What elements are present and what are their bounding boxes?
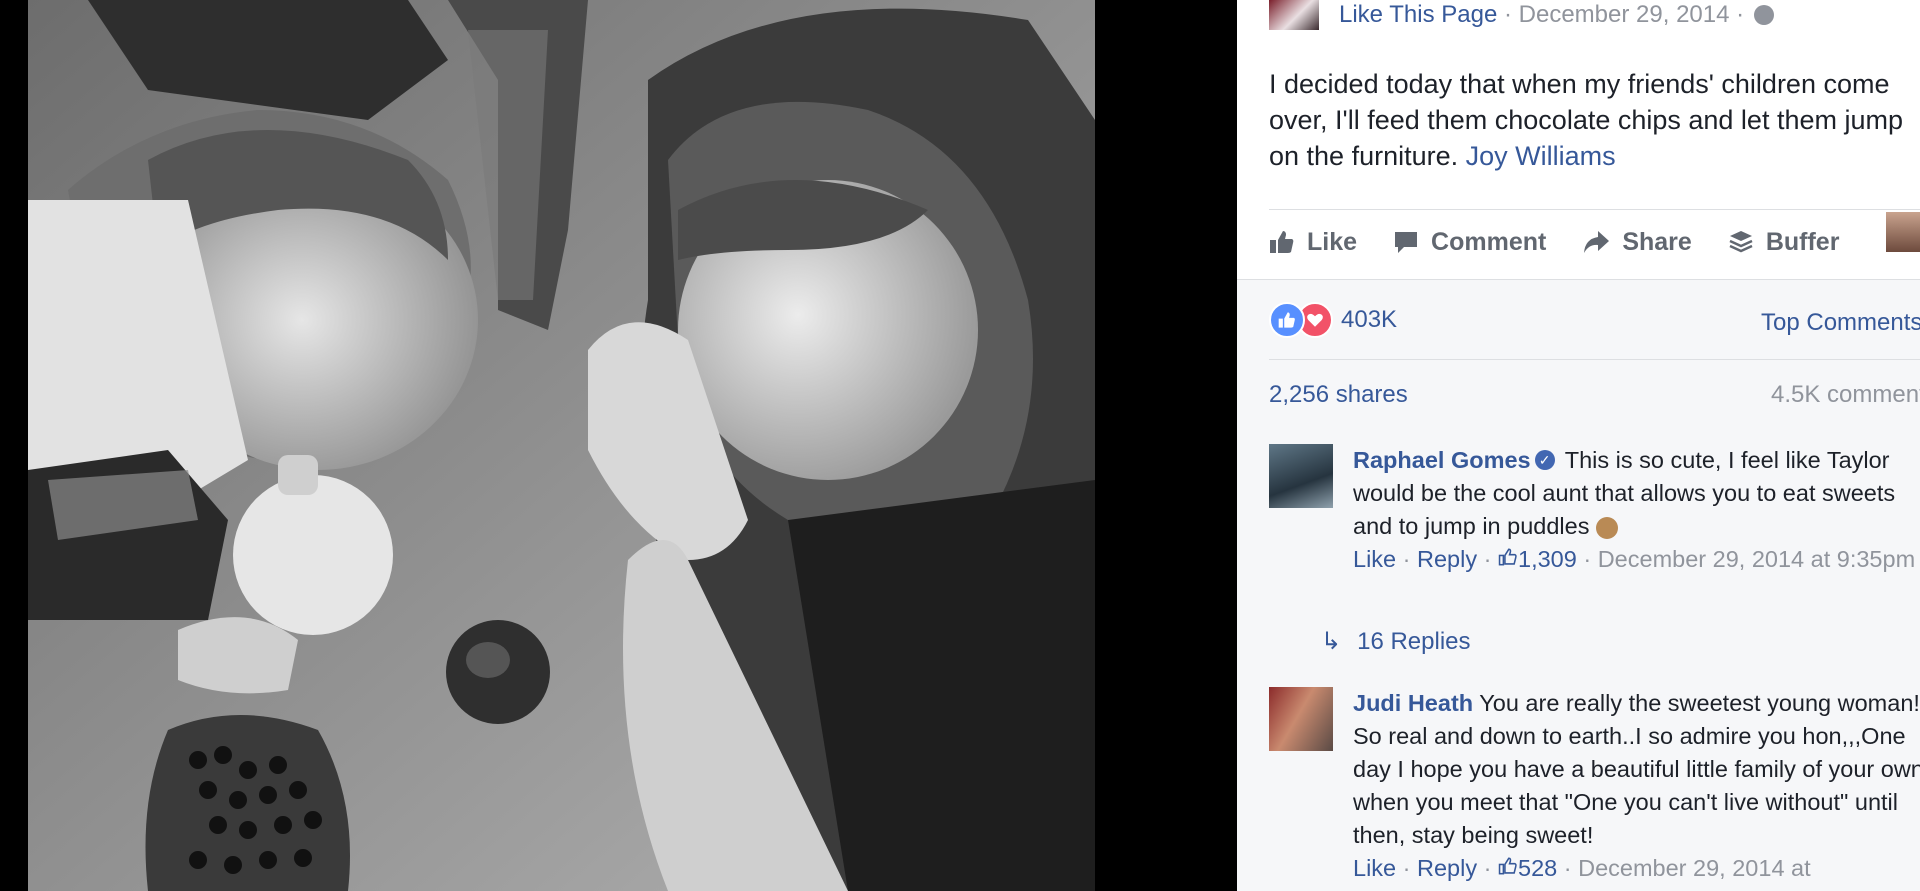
- comment-like-count[interactable]: 528: [1498, 855, 1557, 881]
- separator: ·: [1729, 1, 1745, 28]
- view-replies-link[interactable]: ↳ 16 Replies: [1321, 627, 1471, 656]
- comment-date[interactable]: December 29, 2014 at: [1578, 855, 1811, 881]
- like-page-link[interactable]: Like This Page: [1339, 1, 1497, 29]
- top-comments-dropdown[interactable]: Top Comments: [1761, 309, 1920, 337]
- comment-meta: Like · Reply · 1,309 · December 29, 2014…: [1353, 546, 1916, 572]
- comment-like-link[interactable]: Like: [1353, 546, 1396, 572]
- reaction-count: 403K: [1341, 306, 1398, 333]
- viewer-avatar[interactable]: [1886, 212, 1920, 252]
- globe-icon: [1754, 5, 1775, 25]
- divider: [1269, 209, 1920, 210]
- post-actions: Like Comment Share Buffer: [1269, 222, 1875, 262]
- comment-body: Raphael Gomes ✓ This is so cute, I feel l…: [1353, 444, 1920, 576]
- thumbs-up-outline-icon: [1498, 857, 1517, 875]
- comment-like-count[interactable]: 1,309: [1498, 546, 1577, 572]
- post-panel: Like This Page · December 29, 2014 · I d…: [1237, 0, 1920, 891]
- comments-count[interactable]: 4.5K comments: [1771, 381, 1920, 409]
- commenter-name[interactable]: Raphael Gomes: [1353, 447, 1531, 473]
- replies-label: 16 Replies: [1357, 627, 1471, 655]
- comment-like-link[interactable]: Like: [1353, 855, 1396, 881]
- post-photo[interactable]: [28, 0, 1095, 891]
- post-text: I decided today that when my friends' ch…: [1269, 66, 1909, 174]
- share-label: Share: [1622, 227, 1692, 256]
- comment-icon: [1395, 232, 1418, 253]
- thumbs-up-outline-icon: [1498, 548, 1517, 566]
- buffer-button[interactable]: Buffer: [1728, 227, 1840, 257]
- comment-reply-link[interactable]: Reply: [1417, 855, 1477, 881]
- share-icon: [1584, 231, 1610, 253]
- post-header: Like This Page · December 29, 2014 ·: [1269, 0, 1775, 30]
- page-avatar[interactable]: [1269, 0, 1319, 30]
- separator: ·: [1497, 1, 1519, 28]
- comment-reply-link[interactable]: Reply: [1417, 546, 1477, 572]
- verified-badge-icon: ✓: [1534, 449, 1555, 470]
- comment-button[interactable]: Comment: [1393, 228, 1546, 257]
- avatar[interactable]: [1269, 444, 1333, 508]
- thumbs-up-icon: [1270, 231, 1294, 253]
- divider: [1269, 359, 1920, 360]
- buffer-label: Buffer: [1765, 227, 1840, 256]
- divider: [1237, 279, 1920, 280]
- like-label: Like: [1307, 227, 1358, 256]
- post-feedback: 403K Top Comments 2,256 shares 4.5K comm…: [1237, 279, 1920, 891]
- photo-image: [28, 0, 1095, 891]
- shares-count[interactable]: 2,256 shares: [1269, 381, 1408, 409]
- comment-date[interactable]: December 29, 2014 at 9:35pm: [1598, 546, 1915, 572]
- commenter-name[interactable]: Judi Heath: [1353, 690, 1473, 716]
- like-reaction-icon: [1269, 302, 1305, 338]
- buffer-icon: [1729, 231, 1753, 253]
- avatar[interactable]: [1269, 687, 1333, 751]
- reactions-summary[interactable]: 403K: [1269, 302, 1397, 338]
- tagged-person-link[interactable]: Joy Williams: [1466, 141, 1616, 171]
- comment-body: Judi Heath You are really the sweetest y…: [1353, 687, 1920, 885]
- reply-arrow-icon: ↳: [1321, 628, 1342, 655]
- share-button[interactable]: Share: [1582, 227, 1692, 257]
- comment-label: Comment: [1431, 227, 1547, 256]
- post-date[interactable]: December 29, 2014: [1519, 1, 1730, 29]
- comment-item: Judi Heath You are really the sweetest y…: [1269, 687, 1920, 891]
- photo-viewer: [0, 0, 1237, 891]
- monkey-emoji-icon: [1596, 516, 1618, 539]
- like-button[interactable]: Like: [1269, 228, 1357, 257]
- comment-meta: Like · Reply · 528 · December 29, 2014 a…: [1353, 855, 1811, 881]
- comment-item: Raphael Gomes ✓ This is so cute, I feel l…: [1269, 444, 1920, 634]
